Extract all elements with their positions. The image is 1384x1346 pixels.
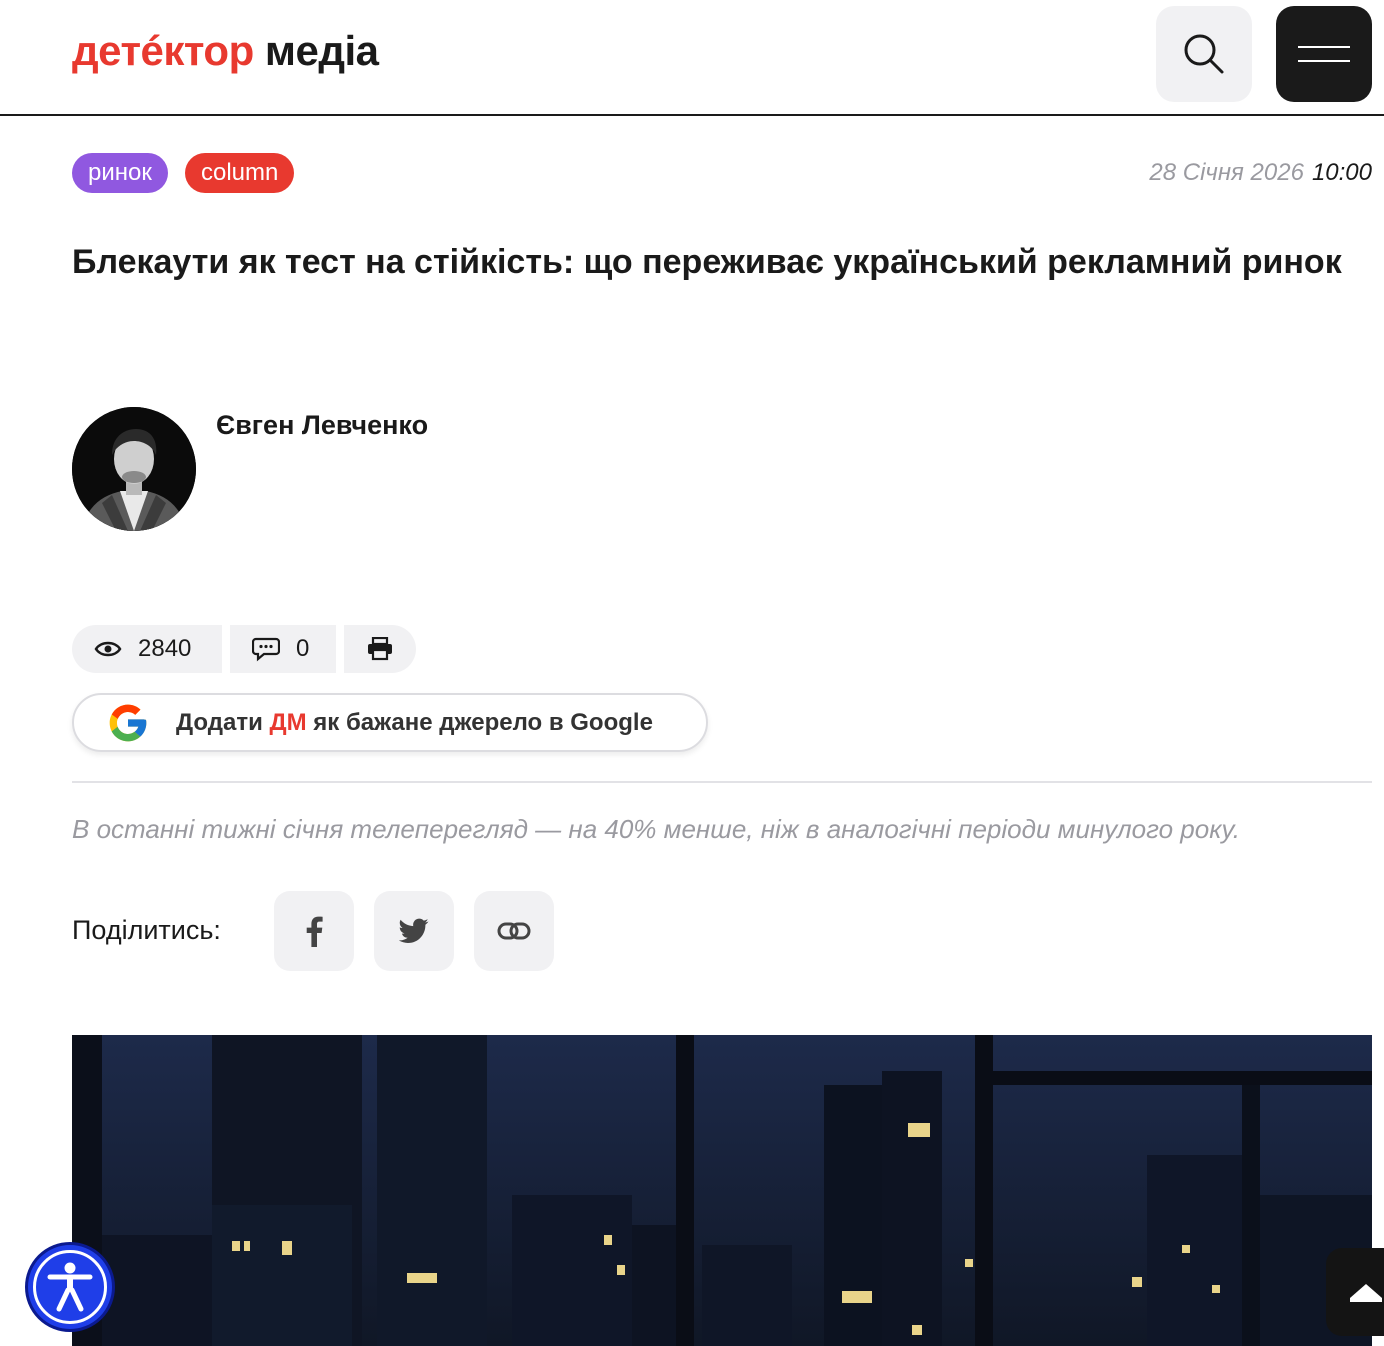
share-label: Поділитись:	[72, 915, 221, 945]
night-city-photo	[72, 1035, 1372, 1346]
google-source-brand: ДМ	[269, 708, 307, 736]
google-icon	[109, 704, 147, 741]
google-source-suffix: як бажане джерело в Google	[313, 708, 653, 736]
eye-icon	[94, 641, 122, 657]
hamburger-menu-icon	[1298, 46, 1350, 62]
logo-media: медіа	[264, 27, 379, 74]
link-icon	[497, 922, 531, 940]
divider	[72, 781, 1372, 783]
tag-market[interactable]: ринок	[72, 153, 168, 193]
article-title: Блекаути як тест на стійкість: що пережи…	[72, 243, 1342, 281]
accessibility-icon	[47, 1262, 93, 1312]
share-facebook-button[interactable]	[274, 891, 354, 971]
logo-detector: детéктор	[72, 27, 254, 74]
google-source-prefix: Додати	[176, 708, 263, 736]
arrow-up-icon	[1350, 1284, 1382, 1302]
print-button[interactable]	[344, 625, 416, 673]
comments-counter[interactable]: 0	[230, 625, 336, 673]
article-lead: В останні тижні січня теле­перегляд — на…	[72, 814, 1240, 844]
accessibility-ring	[33, 1250, 107, 1324]
search-button[interactable]	[1156, 6, 1252, 102]
site-logo[interactable]: детéктор медіа	[72, 24, 379, 78]
author-avatar[interactable]	[72, 407, 196, 531]
comment-icon	[252, 637, 280, 662]
printer-icon	[368, 637, 392, 661]
author-photo	[72, 407, 196, 531]
views-counter: 2840	[72, 625, 222, 673]
comments-count: 0	[296, 635, 310, 662]
copy-link-button[interactable]	[474, 891, 554, 971]
article-hero-image	[72, 1035, 1372, 1346]
author-name[interactable]: Євген Левченко	[216, 408, 428, 442]
menu-button[interactable]	[1276, 6, 1372, 102]
views-count: 2840	[138, 635, 192, 662]
twitter-icon	[399, 918, 429, 943]
scroll-to-top-button[interactable]	[1326, 1248, 1384, 1336]
site-header: детéктор медіа	[0, 0, 1384, 116]
accessibility-button[interactable]	[25, 1242, 115, 1332]
google-preferred-source-button[interactable]: Додати ДМ як бажане джерело в Google	[72, 693, 708, 752]
publish-day: 28 Січня 2026	[1149, 159, 1304, 186]
facebook-icon	[306, 916, 323, 947]
share-twitter-button[interactable]	[374, 891, 454, 971]
publish-time: 10:00	[1311, 159, 1372, 186]
tag-column[interactable]: column	[185, 153, 295, 193]
publish-date: 28 Січня 2026 10:00	[1149, 158, 1372, 188]
google-source-text: Додати ДМ як бажане джерело в Google	[176, 709, 653, 737]
search-icon	[1184, 34, 1224, 74]
